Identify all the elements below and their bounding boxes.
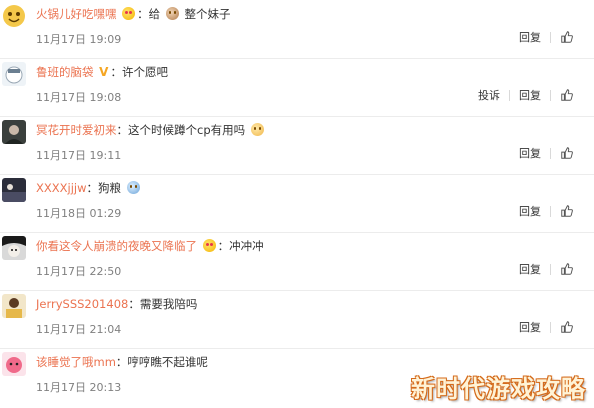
- comment-list: 火锅儿好吃嘿嘿 ：给 整个妹子 11月17日 19:09 回复 鲁班的脑袋 V：…: [0, 0, 594, 408]
- comment-actions: 回复: [519, 145, 574, 161]
- comment-line: 你看这令人崩溃的夜晚又降临了 ：冲冲冲: [36, 237, 264, 255]
- cat-emoji-icon: [250, 123, 264, 136]
- comment-text: 冲冲冲: [229, 239, 264, 253]
- comment-actions: 回复: [519, 29, 574, 45]
- reply-button[interactable]: 回复: [519, 145, 541, 161]
- comment-time: 11月17日 20:13: [36, 381, 122, 394]
- colon-separator: ：: [86, 181, 99, 195]
- comment-item: JerrySSS201408：需要我陪吗 11月17日 21:04 回复: [0, 290, 594, 349]
- colon-separator: ：: [110, 65, 122, 79]
- action-divider: [550, 31, 551, 43]
- comment-time: 11月17日 19:08: [36, 91, 122, 104]
- avatar[interactable]: [2, 178, 26, 202]
- comment-actions: 回复: [519, 261, 574, 277]
- comment-time: 11月17日 21:04: [36, 323, 122, 336]
- comment-line: 火锅儿好吃嘿嘿 ：给 整个妹子: [36, 5, 230, 23]
- avatar[interactable]: [2, 236, 26, 260]
- reply-button[interactable]: 回复: [519, 87, 541, 103]
- comment-line: XXXXjjjw：狗粮: [36, 179, 142, 197]
- avatar[interactable]: [2, 294, 26, 318]
- watermark-text: 新时代游戏攻略: [411, 375, 586, 403]
- username-link[interactable]: XXXXjjjw: [36, 181, 87, 195]
- comment-text: 哼哼瞧不起谁呢: [127, 355, 208, 369]
- thumbs-up-icon[interactable]: [560, 320, 574, 334]
- action-divider: [550, 147, 551, 159]
- username-link[interactable]: 火锅儿好吃嘿嘿: [36, 7, 117, 21]
- comment-item: 鲁班的脑袋 V ：许个愿吧 11月17日 19:08 投诉 回复: [0, 58, 594, 117]
- comment-item: 冥花开时爱初来：这个时候蹲个cp有用吗 11月17日 19:11 回复: [0, 116, 594, 175]
- username-link[interactable]: 鲁班的脑袋: [36, 65, 94, 79]
- action-divider: [509, 89, 510, 101]
- comment-line: 该睡觉了哦mm：哼哼瞧不起谁呢: [36, 353, 208, 371]
- colon-separator: ：: [116, 123, 129, 137]
- comment-actions: 投诉 回复: [478, 87, 574, 103]
- verified-badge-icon: V: [99, 65, 109, 79]
- avatar[interactable]: [2, 62, 26, 86]
- report-button[interactable]: 投诉: [478, 87, 500, 103]
- comment-text: 这个时候蹲个cp有用吗: [128, 123, 246, 137]
- thumbs-up-icon[interactable]: [560, 146, 574, 160]
- comment-time: 11月17日 22:50: [36, 265, 122, 278]
- colon-separator: ：: [137, 7, 149, 21]
- action-divider: [550, 321, 551, 333]
- heart-eyes-emoji-icon: [202, 239, 216, 252]
- comment-actions: 回复: [519, 319, 574, 335]
- thumbs-up-icon[interactable]: [560, 262, 574, 276]
- thumbs-up-icon[interactable]: [560, 88, 574, 102]
- thumbs-up-icon[interactable]: [560, 30, 574, 44]
- action-divider: [550, 89, 551, 101]
- reply-button[interactable]: 回复: [519, 29, 541, 45]
- username-link[interactable]: 你看这令人崩溃的夜晚又降临了: [36, 239, 197, 253]
- comment-time: 11月17日 19:09: [36, 33, 122, 46]
- thumbs-up-icon[interactable]: [560, 204, 574, 218]
- comment-time: 11月18日 01:29: [36, 207, 122, 220]
- comment-actions: 回复: [519, 203, 574, 219]
- avatar[interactable]: [2, 120, 26, 144]
- comment-text: 给: [148, 7, 161, 21]
- comment-text: 需要我陪吗: [139, 297, 198, 311]
- comment-line: 冥花开时爱初来：这个时候蹲个cp有用吗: [36, 121, 266, 139]
- action-divider: [550, 263, 551, 275]
- comment-text: 狗粮: [98, 181, 122, 195]
- monkey-emoji-icon: [165, 7, 179, 20]
- reply-button[interactable]: 回复: [519, 203, 541, 219]
- avatar[interactable]: [2, 352, 26, 376]
- comment-item: 你看这令人崩溃的夜晚又降临了 ：冲冲冲 11月17日 22:50 回复: [0, 232, 594, 291]
- comment-item: XXXXjjjw：狗粮 11月18日 01:29 回复: [0, 174, 594, 233]
- reply-button[interactable]: 回复: [519, 319, 541, 335]
- reply-button[interactable]: 回复: [519, 261, 541, 277]
- avatar[interactable]: [2, 4, 26, 28]
- comment-time: 11月17日 19:11: [36, 149, 122, 162]
- dog-emoji-icon: [126, 181, 140, 194]
- heart-eyes-emoji-icon: [122, 7, 136, 20]
- comment-text: 许个愿吧: [121, 65, 168, 79]
- comment-text-continued: 整个妹子: [184, 7, 231, 21]
- comment-line: JerrySSS201408：需要我陪吗: [36, 295, 197, 313]
- colon-separator: ：: [115, 355, 128, 369]
- comment-line: 鲁班的脑袋 V ：许个愿吧: [36, 63, 168, 81]
- colon-separator: ：: [128, 297, 140, 311]
- colon-separator: ：: [217, 239, 230, 253]
- username-link[interactable]: 冥花开时爱初来: [36, 123, 117, 137]
- username-link[interactable]: 该睡觉了哦mm: [36, 355, 116, 369]
- action-divider: [550, 205, 551, 217]
- comment-item: 火锅儿好吃嘿嘿 ：给 整个妹子 11月17日 19:09 回复: [0, 0, 594, 59]
- username-link[interactable]: JerrySSS201408: [36, 297, 128, 311]
